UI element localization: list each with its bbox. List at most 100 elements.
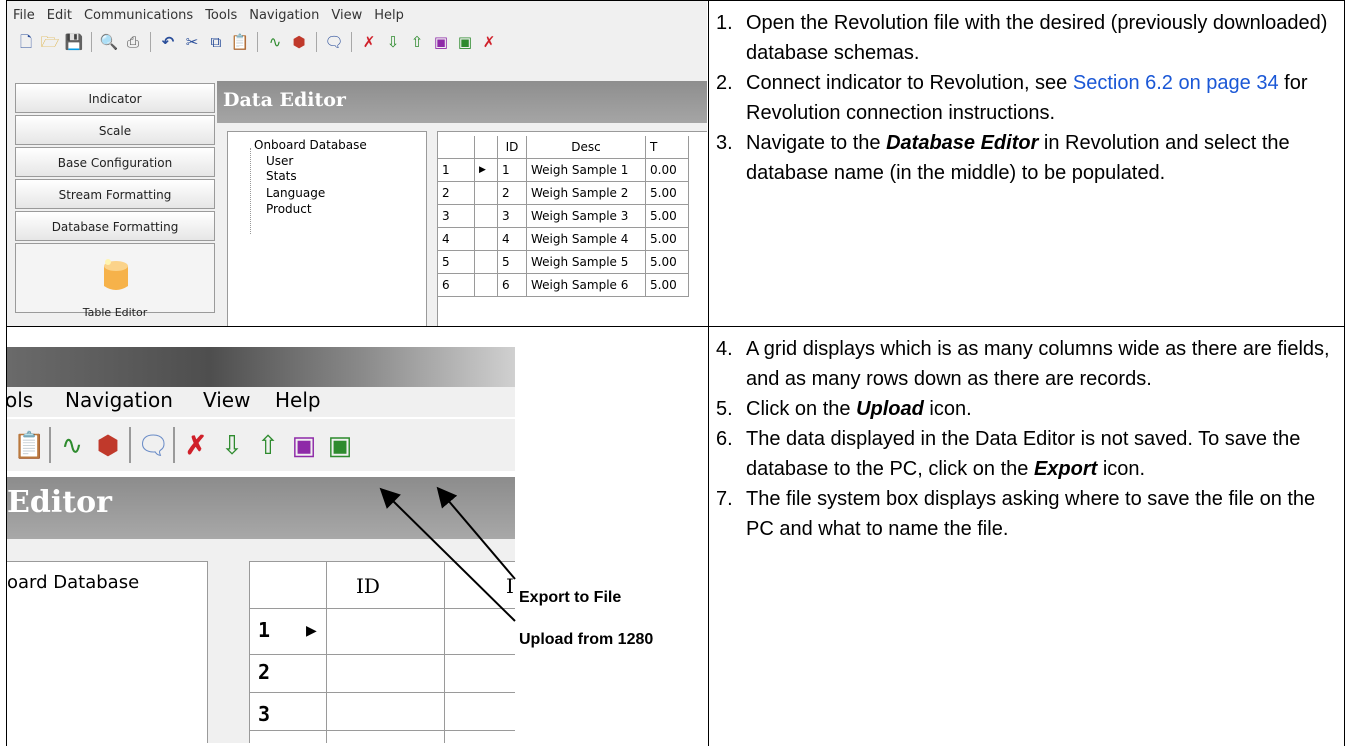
sidebar-item-indicator[interactable]: Indicator (15, 83, 215, 113)
table-row[interactable]: 1 ▶ 1 Weigh Sample 1 0.00 (438, 158, 689, 182)
steps-1-3: 1. Open the Revolution file with the des… (716, 8, 1338, 324)
grid-col-desc[interactable]: Desc (526, 136, 646, 159)
paste-icon[interactable]: 📋 (229, 31, 251, 53)
print-preview-icon[interactable]: 🔍 (98, 31, 120, 53)
open-icon[interactable]: 🗁 (39, 31, 61, 53)
step-number: 5. (716, 398, 733, 420)
grid-col-t[interactable]: T (645, 136, 689, 159)
sidebar-item-scale[interactable]: Scale (15, 115, 215, 145)
tree-item-user[interactable]: User (266, 154, 293, 168)
tree-item-stats[interactable]: Stats (266, 169, 297, 183)
step-text: icon. (1097, 458, 1146, 480)
row-number: 4 (438, 227, 475, 251)
callout-arrows (379, 486, 516, 622)
step-number: 1. (716, 12, 733, 34)
data-grid: ID Desc T 1 ▶ 1 Weigh Sample 1 0.00 2 2 … (437, 131, 707, 326)
save-icon[interactable]: 💾 (63, 31, 85, 53)
menu-navigation[interactable]: Navigation (243, 5, 325, 27)
menu-file[interactable]: File (7, 5, 41, 27)
row-selector (474, 204, 498, 228)
table-row[interactable]: 2 2 Weigh Sample 2 5.00 (438, 181, 689, 205)
steps-4-7: 4. A grid displays which is as many colu… (716, 334, 1338, 734)
cell-id[interactable]: 4 (497, 227, 527, 251)
page-title: Data Editor (223, 89, 346, 111)
print-icon[interactable]: ⎙ (122, 31, 144, 53)
screenshot-zoomed-toolbar: ols Navigation View Help 📋 ∿ ⬢ 🗨 ✗ ⇩ ⇧ ▣… (7, 327, 707, 746)
step-number: 2. (716, 72, 733, 94)
upload-callout-label: Upload from 1280 (519, 631, 654, 648)
grid-corner-cell (438, 136, 475, 159)
cell-id[interactable]: 6 (497, 273, 527, 297)
screenshot-data-editor: File Edit Communications Tools Navigatio… (7, 1, 707, 326)
table-row[interactable]: 6 6 Weigh Sample 6 5.00 (438, 273, 689, 297)
comment-icon[interactable]: 🗨 (323, 31, 345, 53)
step-emphasis: Upload (856, 398, 924, 420)
instruction-list: 4. A grid displays which is as many colu… (716, 334, 1338, 544)
step-1: 1. Open the Revolution file with the des… (716, 8, 1338, 68)
cell-desc[interactable]: Weigh Sample 5 (526, 250, 646, 274)
cell-t[interactable]: 5.00 (645, 204, 689, 228)
tree-item-language[interactable]: Language (266, 186, 325, 200)
table-row[interactable]: 4 4 Weigh Sample 4 5.00 (438, 227, 689, 251)
database-icon (104, 259, 128, 290)
toolbar-separator (316, 32, 317, 52)
tree-item-product[interactable]: Product (266, 202, 312, 216)
row-selector (474, 181, 498, 205)
cell-t[interactable]: 5.00 (645, 181, 689, 205)
sidebar-item-stream-formatting[interactable]: Stream Formatting (15, 179, 215, 209)
grid-col-id[interactable]: ID (497, 136, 527, 159)
export-icon[interactable]: ▣ (430, 31, 452, 53)
menu-bar: File Edit Communications Tools Navigatio… (7, 5, 410, 27)
copy-icon[interactable]: ⧉ (205, 31, 227, 53)
sidebar-item-database-formatting[interactable]: Database Formatting (15, 211, 215, 241)
cut-icon[interactable]: ✂ (181, 31, 203, 53)
menu-view[interactable]: View (325, 5, 368, 27)
cell-desc[interactable]: Weigh Sample 4 (526, 227, 646, 251)
sidebar-item-table-editor[interactable]: Table Editor (15, 243, 215, 319)
step-3: 3. Navigate to the Database Editor in Re… (716, 128, 1338, 188)
upload-icon[interactable]: ⇧ (406, 31, 428, 53)
cell-t[interactable]: 5.00 (645, 227, 689, 251)
clear-icon[interactable]: ✗ (478, 31, 500, 53)
section-link[interactable]: Section 6.2 on page 34 (1073, 72, 1279, 94)
step-text: The file system box displays asking wher… (746, 488, 1316, 540)
import-icon[interactable]: ▣ (454, 31, 476, 53)
step-text: A grid displays which is as many columns… (746, 338, 1330, 390)
step-text: Open the Revolution file with the desire… (746, 12, 1328, 64)
menu-help[interactable]: Help (368, 5, 410, 27)
cell-id[interactable]: 1 (497, 158, 527, 182)
cell-t[interactable]: 5.00 (645, 250, 689, 274)
step-number: 4. (716, 338, 733, 360)
cell-desc[interactable]: Weigh Sample 2 (526, 181, 646, 205)
navigation-sidebar: Indicator Scale Base Configuration Strea… (15, 83, 215, 321)
toolbar-separator (257, 32, 258, 52)
disconnect-icon[interactable]: ⬢ (288, 31, 310, 53)
cell-t[interactable]: 5.00 (645, 273, 689, 297)
tree-connector (250, 148, 251, 234)
new-icon[interactable]: 🗋 (15, 31, 37, 53)
step-emphasis: Database Editor (886, 132, 1039, 154)
table-row[interactable]: 5 5 Weigh Sample 5 5.00 (438, 250, 689, 274)
export-arrow (436, 486, 516, 580)
step-number: 7. (716, 488, 733, 510)
cell-t[interactable]: 0.00 (645, 158, 689, 182)
step-6: 6. The data displayed in the Data Editor… (716, 424, 1338, 484)
cell-id[interactable]: 3 (497, 204, 527, 228)
cell-id[interactable]: 5 (497, 250, 527, 274)
delete-icon[interactable]: ✗ (358, 31, 380, 53)
sidebar-item-base-configuration[interactable]: Base Configuration (15, 147, 215, 177)
download-icon[interactable]: ⇩ (382, 31, 404, 53)
cell-id[interactable]: 2 (497, 181, 527, 205)
connect-icon[interactable]: ∿ (264, 31, 286, 53)
cell-desc[interactable]: Weigh Sample 6 (526, 273, 646, 297)
undo-icon[interactable]: ↶ (157, 31, 179, 53)
cell-desc[interactable]: Weigh Sample 3 (526, 204, 646, 228)
menu-tools[interactable]: Tools (199, 5, 243, 27)
cell-desc[interactable]: Weigh Sample 1 (526, 158, 646, 182)
menu-edit[interactable]: Edit (41, 5, 78, 27)
menu-communications[interactable]: Communications (78, 5, 199, 27)
tree-item-onboard-database[interactable]: Onboard Database (254, 138, 367, 152)
table-row[interactable]: 3 3 Weigh Sample 3 5.00 (438, 204, 689, 228)
row-number: 2 (438, 181, 475, 205)
row-number: 3 (438, 204, 475, 228)
